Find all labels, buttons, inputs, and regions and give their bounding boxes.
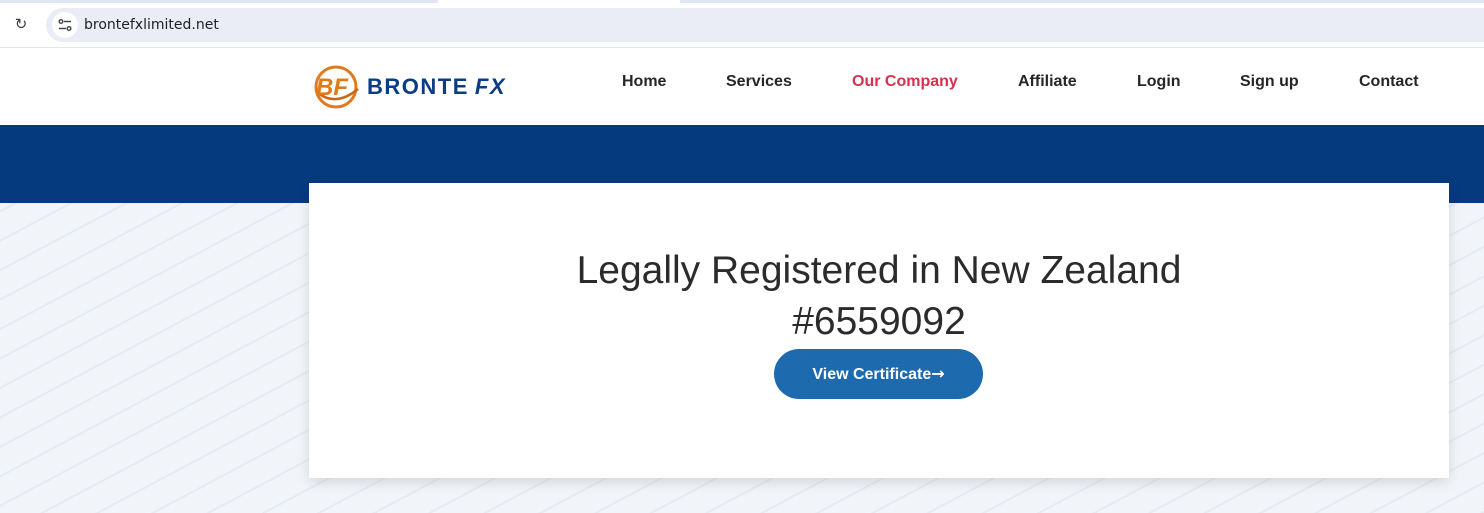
main-nav: Home Services Our Company Affiliate Logi…	[0, 73, 1484, 97]
tune-icon[interactable]	[52, 12, 78, 38]
registration-number: #6559092	[792, 300, 966, 343]
nav-sign-up[interactable]: Sign up	[1240, 73, 1299, 91]
view-certificate-label: View Certificate	[812, 366, 932, 383]
reload-icon[interactable]: ↻	[12, 15, 30, 33]
view-certificate-button[interactable]: View Certificate→	[774, 349, 983, 399]
url-text[interactable]: brontefxlimited.net	[84, 17, 219, 33]
nav-services[interactable]: Services	[726, 73, 792, 91]
address-bar[interactable]: brontefxlimited.net	[46, 8, 1484, 42]
arrow-right-icon: →	[931, 364, 945, 383]
tab-strip-edge	[0, 0, 1484, 3]
registration-heading: Legally Registered in New Zealand #65590…	[309, 245, 1449, 347]
registration-heading-line1: Legally Registered in New Zealand	[576, 249, 1182, 292]
nav-home[interactable]: Home	[622, 73, 666, 91]
browser-toolbar: ↻ brontefxlimited.net	[0, 0, 1484, 48]
site-header: BF BRONTE FX Home Services Our Company Af…	[0, 49, 1484, 125]
nav-our-company[interactable]: Our Company	[852, 73, 958, 91]
registration-card: Legally Registered in New Zealand #65590…	[309, 183, 1449, 478]
nav-affiliate[interactable]: Affiliate	[1018, 73, 1077, 91]
nav-login[interactable]: Login	[1137, 73, 1181, 91]
nav-contact[interactable]: Contact	[1359, 73, 1419, 91]
